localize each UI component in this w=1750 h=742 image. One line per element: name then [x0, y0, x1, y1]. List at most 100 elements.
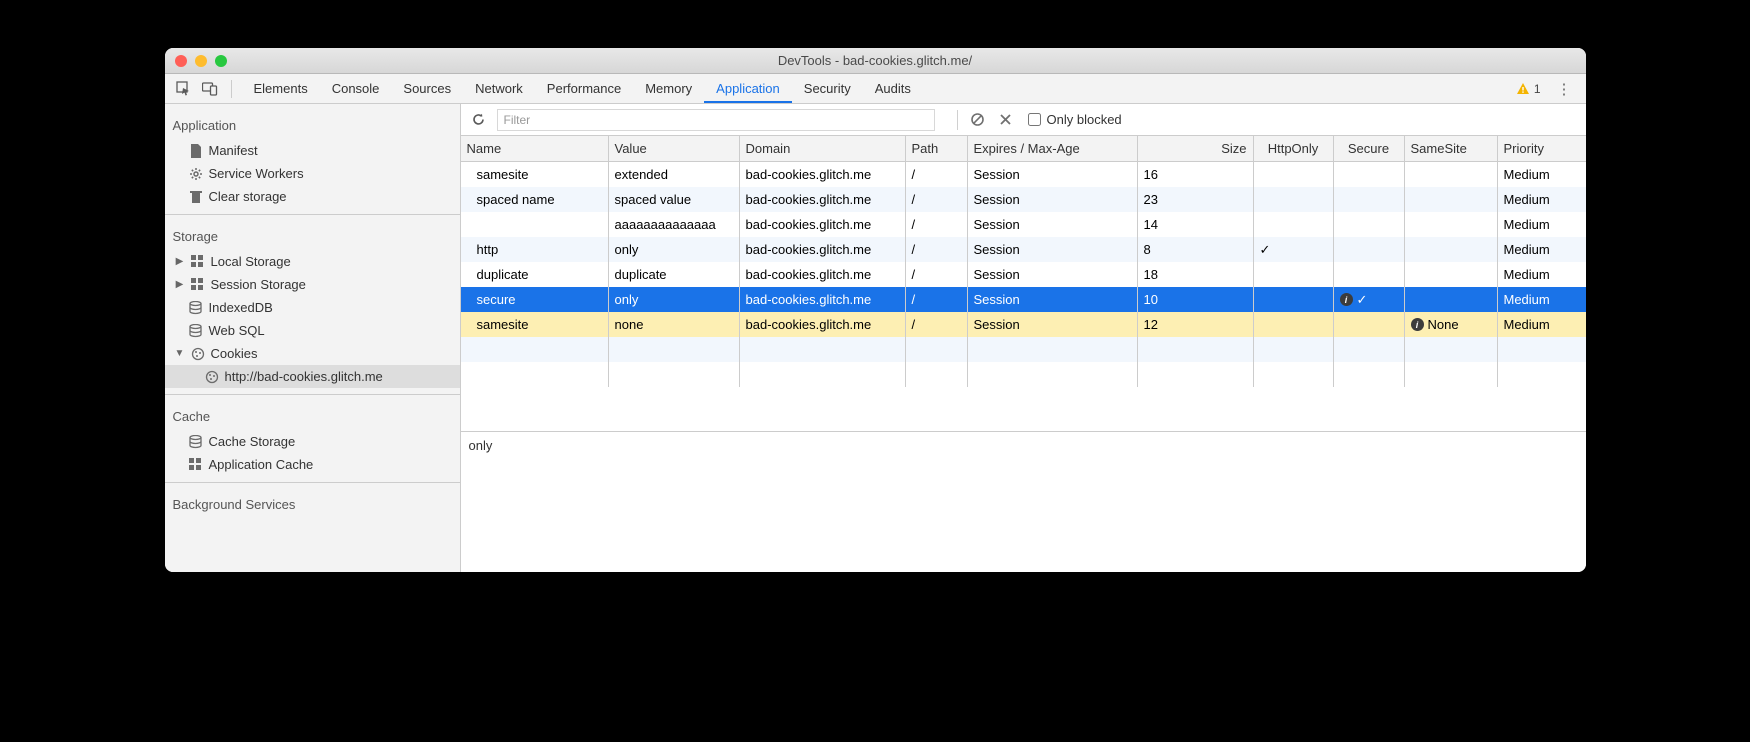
sidebar-divider	[165, 394, 460, 395]
cell-name: samesite	[461, 312, 609, 337]
sidebar-item-clear-storage[interactable]: Clear storage	[165, 185, 460, 208]
table-row[interactable]: secureonlybad-cookies.glitch.me/Session1…	[461, 287, 1586, 312]
cell-path: /	[906, 287, 968, 312]
minimize-window-button[interactable]	[195, 55, 207, 67]
tab-memory[interactable]: Memory	[633, 75, 704, 103]
column-header-samesite[interactable]: SameSite	[1405, 136, 1498, 161]
only-blocked-toggle[interactable]: Only blocked	[1028, 112, 1122, 127]
section-application: Application	[165, 110, 460, 139]
column-header-path[interactable]: Path	[906, 136, 968, 161]
sidebar-item-web-sql[interactable]: Web SQL	[165, 319, 460, 342]
sidebar-item-cookie-origin[interactable]: http://bad-cookies.glitch.me	[165, 365, 460, 388]
db-icon	[189, 435, 203, 449]
cell-value: spaced value	[609, 187, 740, 212]
column-header-priority[interactable]: Priority	[1498, 136, 1586, 161]
cell-secure	[1334, 212, 1405, 237]
section-background: Background Services	[165, 489, 460, 518]
table-row[interactable]: samesiteextendedbad-cookies.glitch.me/Se…	[461, 162, 1586, 187]
clear-all-icon[interactable]	[968, 110, 988, 130]
table-row-empty	[461, 362, 1586, 387]
tab-audits[interactable]: Audits	[863, 75, 923, 103]
toolbar-divider	[231, 80, 232, 98]
column-header-value[interactable]: Value	[609, 136, 740, 161]
cell-path: /	[906, 162, 968, 187]
tab-console[interactable]: Console	[320, 75, 392, 103]
tab-elements[interactable]: Elements	[242, 75, 320, 103]
cell-domain: bad-cookies.glitch.me	[740, 162, 906, 187]
cell-size: 8	[1138, 237, 1254, 262]
more-options-icon[interactable]: ⋮	[1551, 80, 1578, 98]
cell-secure	[1334, 262, 1405, 287]
cell-httponly	[1254, 287, 1334, 312]
cell-samesite	[1405, 262, 1498, 287]
info-icon: i	[1340, 293, 1353, 306]
cell-name: duplicate	[461, 262, 609, 287]
filter-input[interactable]	[497, 109, 935, 131]
cell-priority: Medium	[1498, 162, 1586, 187]
cell-size: 14	[1138, 212, 1254, 237]
expand-arrow-icon: ▼	[175, 348, 185, 359]
tab-security[interactable]: Security	[792, 75, 863, 103]
sidebar-item-session-storage[interactable]: ▶Session Storage	[165, 273, 460, 296]
tab-network[interactable]: Network	[463, 75, 535, 103]
cell-domain: bad-cookies.glitch.me	[740, 312, 906, 337]
warnings-indicator[interactable]: 1	[1516, 82, 1541, 96]
cell-domain: bad-cookies.glitch.me	[740, 237, 906, 262]
cell-httponly	[1254, 262, 1334, 287]
sidebar-item-label: IndexedDB	[209, 300, 273, 315]
sidebar-item-indexeddb[interactable]: IndexedDB	[165, 296, 460, 319]
cell-expires: Session	[968, 312, 1138, 337]
sidebar-item-manifest[interactable]: Manifest	[165, 139, 460, 162]
sidebar-item-local-storage[interactable]: ▶Local Storage	[165, 250, 460, 273]
cookie-detail-value: only	[469, 438, 493, 453]
only-blocked-checkbox[interactable]	[1028, 113, 1041, 126]
table-row[interactable]: httponlybad-cookies.glitch.me/Session8✓M…	[461, 237, 1586, 262]
table-row[interactable]: spaced namespaced valuebad-cookies.glitc…	[461, 187, 1586, 212]
cell-size: 23	[1138, 187, 1254, 212]
titlebar: DevTools - bad-cookies.glitch.me/	[165, 48, 1586, 74]
table-row-empty	[461, 337, 1586, 362]
devtools-toolbar: ElementsConsoleSourcesNetworkPerformance…	[165, 74, 1586, 104]
sidebar-item-service-workers[interactable]: Service Workers	[165, 162, 460, 185]
sidebar-item-label: Application Cache	[209, 457, 314, 472]
sidebar-divider	[165, 214, 460, 215]
cell-samesite	[1405, 212, 1498, 237]
device-toggle-icon[interactable]	[199, 78, 221, 100]
window-title: DevTools - bad-cookies.glitch.me/	[165, 53, 1586, 68]
grid-icon	[189, 458, 203, 472]
table-row[interactable]: duplicateduplicatebad-cookies.glitch.me/…	[461, 262, 1586, 287]
tab-sources[interactable]: Sources	[391, 75, 463, 103]
column-header-secure[interactable]: Secure	[1334, 136, 1405, 161]
cell-name	[461, 212, 609, 237]
table-header: NameValueDomainPathExpires / Max-AgeSize…	[461, 136, 1586, 162]
table-row[interactable]: samesitenonebad-cookies.glitch.me/Sessio…	[461, 312, 1586, 337]
cell-httponly: ✓	[1254, 237, 1334, 262]
column-header-httponly[interactable]: HttpOnly	[1254, 136, 1334, 161]
column-header-size[interactable]: Size	[1138, 136, 1254, 161]
sidebar-item-application-cache[interactable]: Application Cache	[165, 453, 460, 476]
cell-path: /	[906, 237, 968, 262]
close-window-button[interactable]	[175, 55, 187, 67]
cell-secure: i✓	[1334, 287, 1405, 312]
warning-count: 1	[1534, 82, 1541, 96]
tab-application[interactable]: Application	[704, 75, 792, 103]
cell-samesite	[1405, 237, 1498, 262]
column-header-expires-max-age[interactable]: Expires / Max-Age	[968, 136, 1138, 161]
refresh-icon[interactable]	[469, 110, 489, 130]
delete-selected-icon[interactable]	[996, 110, 1016, 130]
column-header-domain[interactable]: Domain	[740, 136, 906, 161]
maximize-window-button[interactable]	[215, 55, 227, 67]
sidebar-item-cookies[interactable]: ▼ Cookies	[165, 342, 460, 365]
cell-domain: bad-cookies.glitch.me	[740, 212, 906, 237]
inspect-element-icon[interactable]	[173, 78, 195, 100]
cookies-table: NameValueDomainPathExpires / Max-AgeSize…	[461, 136, 1586, 432]
sidebar-item-label: Cache Storage	[209, 434, 296, 449]
table-row[interactable]: aaaaaaaaaaaaaabad-cookies.glitch.me/Sess…	[461, 212, 1586, 237]
section-cache: Cache	[165, 401, 460, 430]
sidebar-item-cache-storage[interactable]: Cache Storage	[165, 430, 460, 453]
column-header-name[interactable]: Name	[461, 136, 609, 161]
cell-samesite	[1405, 187, 1498, 212]
main-panel: Only blocked NameValueDomainPathExpires …	[461, 104, 1586, 572]
sidebar-item-label: Cookies	[211, 346, 258, 361]
tab-performance[interactable]: Performance	[535, 75, 633, 103]
